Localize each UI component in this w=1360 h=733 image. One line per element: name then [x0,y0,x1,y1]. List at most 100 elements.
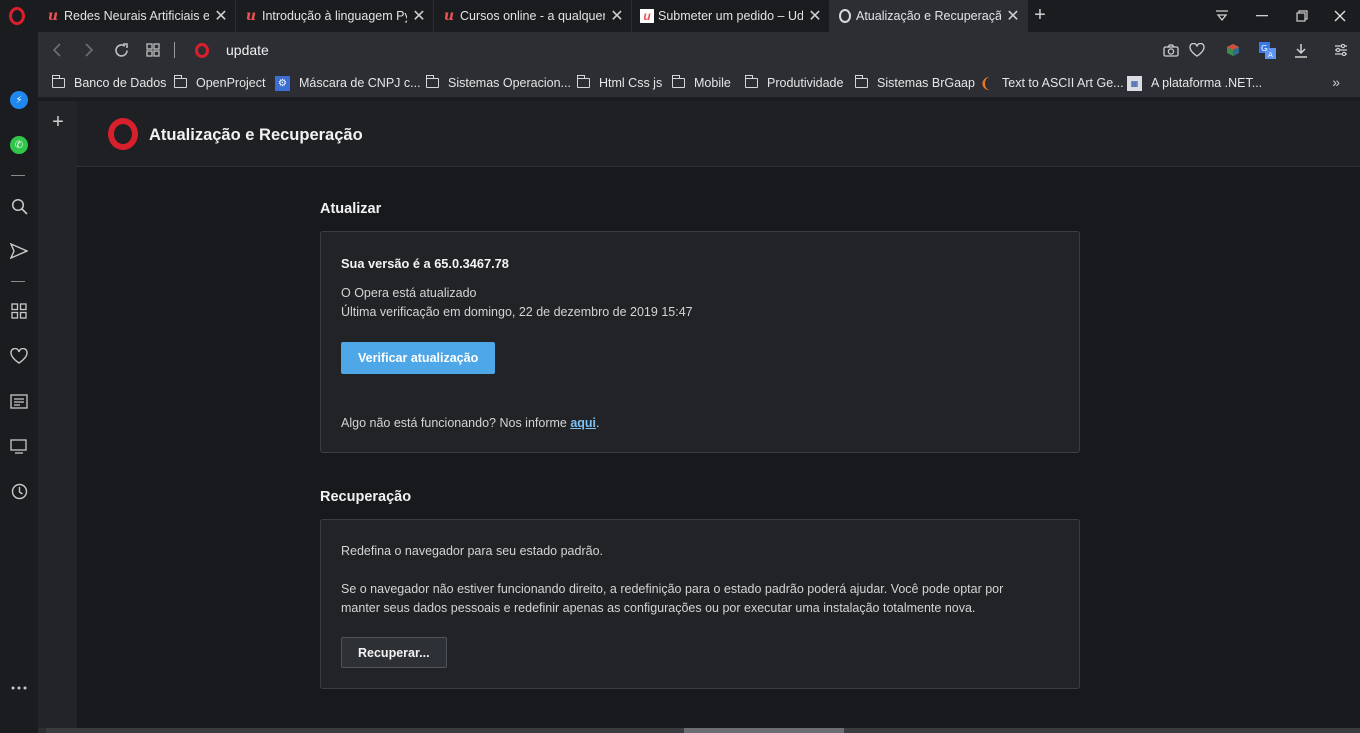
forward-button[interactable] [80,41,98,59]
download-icon[interactable] [1292,41,1310,59]
bookmark-html-css-js[interactable]: Html Css js [577,75,662,91]
recovery-desc-line1: Se o navegador não estiver funcionando d… [341,582,1004,596]
tab-atualizacao[interactable]: Atualização e Recuperação ✕ [830,0,1028,32]
restore-button[interactable] [1282,0,1322,32]
bookmark-produtividade[interactable]: Produtividade [745,75,843,91]
report-suffix: . [596,416,600,430]
opera-logo-icon [108,118,138,150]
recovery-section-title: Recuperação [320,489,412,505]
dotnet-icon: ▦ [1127,75,1142,91]
tab-title: Submeter um pedido – Ude [658,9,803,23]
gear-icon: ⚙ [275,75,290,91]
bookmark-sistemas-brgaap[interactable]: Sistemas BrGaap [855,75,975,91]
bookmark-sistemas-operacionais[interactable]: Sistemas Operacion... [426,75,571,91]
ascii-art-icon: ❨ [979,74,992,91]
update-section-title: Atualizar [320,201,382,217]
recovery-card: Redefina o navegador para seu estado pad… [320,519,1080,689]
tab-submeter-pedido[interactable]: u Submeter um pedido – Ude ✕ [632,0,830,32]
update-status: O Opera está atualizado [341,286,477,300]
bookmark-mobile[interactable]: Mobile [672,75,731,91]
history-icon[interactable] [7,479,31,503]
close-icon[interactable]: ✕ [609,8,625,25]
opera-menu-button[interactable] [0,0,34,32]
bookmark-label: Máscara de CNPJ c... [299,76,421,90]
whatsapp-icon[interactable]: ✆ [7,133,31,157]
bookmark-label: A plataforma .NET... [1151,76,1263,90]
check-update-button[interactable]: Verificar atualização [341,342,496,374]
opera-icon [838,9,852,23]
send-icon[interactable] [7,239,31,263]
horizontal-scrollbar[interactable] [38,728,1360,733]
folder-icon [855,75,868,88]
close-window-button[interactable] [1320,0,1360,32]
url-input[interactable]: update [226,42,269,58]
opera-url-icon [195,43,209,58]
bookmark-label: Text to ASCII Art Ge... [1002,76,1124,90]
recovery-intro: Redefina o navegador para seu estado pad… [341,544,603,558]
bookmark-mascara-cnpj[interactable]: ⚙ Máscara de CNPJ c... [275,75,421,91]
messenger-icon[interactable]: ⚡ [7,88,31,112]
scrollbar-thumb[interactable] [684,728,844,733]
minimize-button[interactable] [1242,0,1282,32]
version-text: Sua versão é a 65.0.3467.78 [341,256,509,271]
sidebar: ⚡ ✆ [0,32,38,733]
tab-redes-neurais[interactable]: u Redes Neurais Artificiais em ✕ [38,0,236,32]
bookmark-label: Sistemas BrGaap [877,76,975,90]
news-icon[interactable] [7,389,31,413]
recovery-desc-line2: manter seus dados pessoais e redefinir a… [341,601,976,615]
bookmark-label: Banco de Dados [74,76,167,90]
tab-introducao-python[interactable]: u Introdução à linguagem Py ✕ [236,0,434,32]
more-icon[interactable] [7,676,31,700]
udemy-icon: u [245,8,257,24]
last-check-text: Última verificação em domingo, 22 de dez… [341,305,693,319]
close-icon[interactable]: ✕ [1005,8,1021,25]
chevron-right-double-icon[interactable]: » [1332,74,1340,90]
close-icon[interactable]: ✕ [807,8,823,25]
folder-icon [174,75,187,88]
folder-icon [745,75,758,88]
tab-title: Atualização e Recuperação [856,9,1001,23]
reload-button[interactable] [112,41,130,59]
bookmark-label: Produtividade [767,76,844,90]
bookmark-heart-icon[interactable] [1188,41,1206,59]
new-tab-button[interactable]: + [1030,5,1050,26]
camera-icon[interactable] [1162,41,1180,59]
folder-icon [672,75,685,88]
back-button[interactable] [48,41,66,59]
tab-menu-icon[interactable] [1202,0,1242,32]
tab-strip: u Redes Neurais Artificiais em ✕ u Intro… [0,0,1360,32]
sidebar-divider [11,281,25,282]
bookmark-label: Mobile [694,76,731,90]
extension-cube-icon[interactable] [1224,41,1242,59]
folder-icon [426,75,439,88]
close-icon[interactable]: ✕ [213,8,229,25]
search-icon[interactable] [7,194,31,218]
bookmark-banco-de-dados[interactable]: Banco de Dados [52,75,166,91]
address-bar: update GA [38,32,1360,68]
bookmarks-bar: Banco de Dados OpenProject ⚙ Máscara de C… [38,68,1360,98]
svg-text:G: G [1261,44,1267,53]
close-icon[interactable]: ✕ [411,8,427,25]
bookmark-dotnet[interactable]: ▦ A plataforma .NET... [1127,75,1262,91]
page-content: Atualização e Recuperação Atualizar Sua … [77,101,1360,728]
speed-dial-icon[interactable] [7,299,31,323]
tab-grid-icon[interactable] [144,41,162,59]
tabs-sync-icon[interactable] [7,434,31,458]
bookmark-openproject[interactable]: OpenProject [174,75,265,91]
heart-icon[interactable] [7,344,31,368]
page-title: Atualização e Recuperação [149,126,363,144]
tab-cursos-online[interactable]: u Cursos online - a qualquer ✕ [434,0,632,32]
tab-list: u Redes Neurais Artificiais em ✕ u Intro… [38,0,1028,32]
udemy-icon: u [47,8,59,24]
bookmark-text-to-ascii[interactable]: ❨ Text to ASCII Art Ge... [978,75,1124,91]
add-panel-button[interactable]: + [50,112,66,132]
report-text: Algo não está funcionando? Nos informe a… [341,416,600,430]
translate-icon[interactable]: GA [1258,41,1276,59]
recover-button[interactable]: Recuperar... [341,637,447,668]
folder-icon [577,75,590,88]
report-link[interactable]: aqui [570,416,596,430]
opera-logo-icon [9,7,25,25]
easy-setup-icon[interactable] [1332,41,1350,59]
udemy-box-icon: u [640,9,654,23]
sidebar-divider [11,175,25,176]
